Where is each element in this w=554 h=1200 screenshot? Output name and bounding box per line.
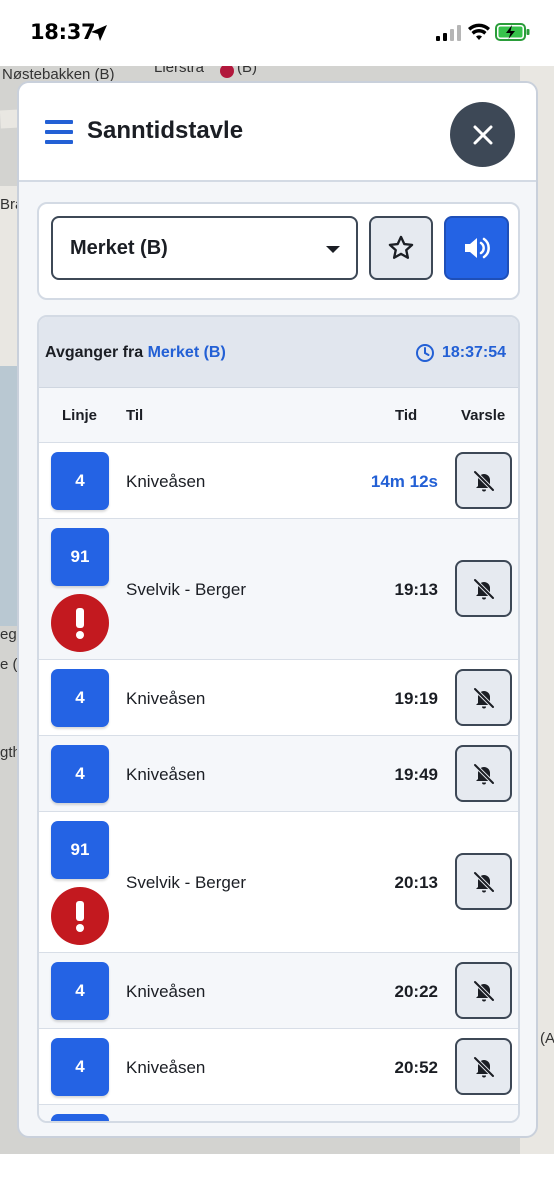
notify-button[interactable] [455,669,512,726]
destination: Svelvik - Berger [126,873,246,892]
line-badge: 4 [51,962,109,1020]
realtime-board-panel: Sanntidstavle Merket (B) Avganger fra Me… [17,81,538,1138]
table-row[interactable] [39,1105,518,1121]
service-alert-button[interactable] [51,594,109,652]
departure-time: 19:49 [394,765,438,784]
bell-off-icon [473,687,494,708]
line-badge: 4 [51,745,109,803]
panel-header: Sanntidstavle [19,83,536,182]
table-row[interactable]: 4 Kniveåsen 14m 12s [39,443,518,519]
sound-toggle-button[interactable] [444,216,509,280]
battery-charging-icon [495,23,530,41]
map-label: eg [0,626,17,643]
table-row[interactable]: 4 Kniveåsen 19:49 [39,736,518,812]
line-badge [51,1114,109,1121]
page-title: Sanntidstavle [87,117,244,144]
bell-off-icon [473,470,494,491]
bottom-bar [0,1154,554,1200]
departure-time: 20:52 [394,1058,438,1077]
column-header-tid: Tid [395,407,418,424]
notify-button[interactable] [455,1038,512,1095]
current-time: 18:37:54 [442,344,507,361]
alert-icon [76,901,84,932]
location-arrow-icon [91,25,107,41]
table-row[interactable]: 4 Kniveåsen 20:22 [39,953,518,1029]
status-time: 18:37 [30,20,96,44]
bell-off-icon [473,1056,494,1077]
bell-off-icon [473,578,494,599]
bell-off-icon [473,871,494,892]
departures-board: Avganger fra Merket (B) 18:37:54 Linje T… [37,315,520,1123]
map-label: (A [540,1030,554,1047]
departures-header: Avganger fra Merket (B) 18:37:54 [39,317,518,388]
table-row[interactable]: 4 Kniveåsen 20:52 [39,1029,518,1105]
stop-controls: Merket (B) [37,202,520,300]
destination: Kniveåsen [126,765,206,784]
chevron-down-icon [326,246,340,253]
close-icon [473,125,492,144]
bell-off-icon [473,763,494,784]
notify-button[interactable] [455,560,512,617]
hamburger-icon[interactable] [45,120,73,144]
line-badge: 91 [51,821,109,879]
wifi-icon [468,23,490,40]
notify-button[interactable] [455,962,512,1019]
table-row[interactable]: 4 Kniveåsen 19:19 [39,660,518,736]
status-bar: 18:37 [0,0,554,66]
line-badge: 4 [51,452,109,510]
alert-icon [76,608,84,639]
column-header-linje: Linje [62,407,98,424]
speaker-icon [464,237,490,259]
service-alert-button[interactable] [51,887,109,945]
notify-button[interactable] [455,853,512,910]
map-label: Lierstra [154,66,205,76]
destination: Kniveåsen [126,689,206,708]
table-row[interactable]: 91 Svelvik - Berger 19:13 [39,519,518,660]
destination: Svelvik - Berger [126,580,246,599]
favorite-button[interactable] [369,216,433,280]
departures-label: Avganger fra [45,344,144,361]
column-header-varsle: Varsle [461,407,506,424]
close-button[interactable] [450,102,515,167]
departure-time: 19:19 [394,689,438,708]
departure-time: 20:13 [394,873,438,892]
destination: Kniveåsen [126,472,206,491]
departures-title: Avganger fra Merket (B) [45,344,226,362]
line-badge: 91 [51,528,109,586]
star-icon [388,235,414,259]
notify-button[interactable] [455,452,512,509]
destination: Kniveåsen [126,982,206,1001]
stop-select[interactable]: Merket (B) [51,216,358,280]
departures-stop-name: Merket (B) [147,344,226,361]
departure-time: 14m 12s [370,472,438,491]
line-badge: 4 [51,1038,109,1096]
table-row[interactable]: 91 Svelvik - Berger 20:13 [39,812,518,953]
column-headers: Linje Til Tid Varsle [39,388,518,443]
line-badge: 4 [51,669,109,727]
column-header-til: Til [126,407,144,424]
destination: Kniveåsen [126,1058,206,1077]
departures-list: 4 Kniveåsen 14m 12s 91 Svelvik - Berger 19:13… [39,443,518,1121]
departure-time: 19:13 [394,580,438,599]
departure-time: 20:22 [394,982,438,1001]
clock-icon [416,344,434,362]
notify-button[interactable] [455,745,512,802]
selected-stop: Merket (B) [70,237,168,259]
map-label: e ( [0,656,18,673]
cellular-signal-icon [436,25,461,41]
bell-off-icon [473,980,494,1001]
map-label: (B) [237,66,257,76]
